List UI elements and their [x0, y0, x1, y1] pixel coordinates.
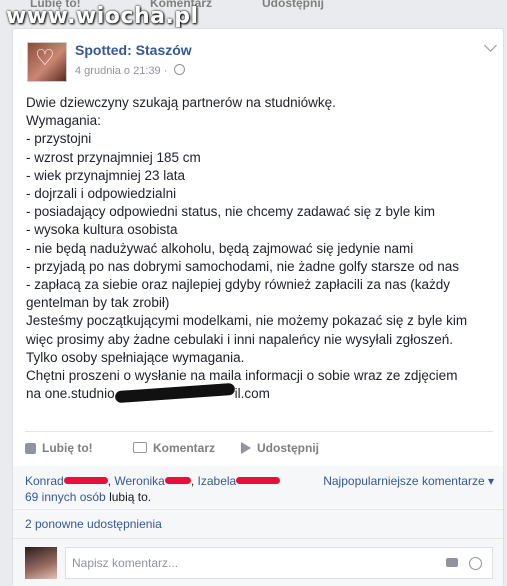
prev-share-button[interactable]: Udostępnij: [262, 0, 324, 10]
email-line: na one.studnio il.com: [26, 383, 496, 404]
avatar: [25, 547, 57, 579]
sort-comments-dropdown[interactable]: Najpopularniejsze komentarze ▾: [323, 474, 494, 488]
liker-name[interactable]: Weronika: [114, 474, 164, 488]
post-line: więc prosimy aby żadne cebulaki i inni n…: [26, 331, 453, 347]
post-line: - zapłacą za siebie oraz najlepiej gdyby…: [26, 277, 450, 293]
thumbs-up-icon: [25, 443, 36, 454]
post-line: gentelman by tak zrobił): [26, 295, 170, 311]
heart-icon: ♡: [35, 45, 55, 70]
email-suffix: il.com: [234, 386, 270, 402]
post-line: - posiadający odpowiedni status, nie chc…: [26, 204, 435, 220]
chevron-down-icon[interactable]: [484, 39, 497, 52]
post-line: - nie będą nadużywać alkoholu, będą zajm…: [26, 240, 414, 256]
post-line: Tylko osoby spełniające wymagania.: [26, 349, 245, 365]
likes-summary: Konrad, Weronika, Izabela 69 innych osób…: [13, 466, 503, 508]
likers-names: Konrad, Weronika, Izabela: [25, 474, 281, 488]
divider: [25, 431, 493, 432]
post-meta: 4 grudnia o 21:39 ·: [75, 64, 186, 77]
post-line: - przyjadą po nas dobrymi samochodami, n…: [26, 258, 459, 274]
watermark: www.wiocha.pl: [6, 4, 199, 29]
post-line: Dwie dziewczyny szukają partnerów na stu…: [26, 95, 336, 110]
name-redaction: [63, 477, 108, 484]
comment-icon: [133, 442, 147, 453]
share-button[interactable]: Udostępnij: [241, 441, 319, 455]
comment-button[interactable]: Komentarz: [133, 441, 215, 455]
post-actions: Lubię to! Komentarz Udostępnij: [25, 438, 493, 458]
comment-input[interactable]: Napisz komentarz...: [65, 547, 493, 579]
share-icon: [241, 442, 251, 454]
post-line: - wiek przynajmniej 23 lata: [26, 167, 186, 183]
post-line: - wysoka kultura osobista: [26, 222, 178, 238]
page-name-link[interactable]: Spotted: Staszów: [75, 42, 192, 58]
like-button[interactable]: Lubię to!: [25, 441, 93, 455]
comment-composer: Napisz komentarz...: [13, 538, 503, 586]
post-line: Jesteśmy początkującymi modelkami, nie m…: [26, 313, 468, 329]
comment-placeholder: Napisz komentarz...: [72, 556, 179, 570]
post-card: ♡ Spotted: Staszów 4 grudnia o 21:39 · D…: [12, 28, 504, 586]
post-line: - wzrost przynajmniej 185 cm: [26, 149, 201, 165]
likes-count: 69 innych osób lubią to.: [25, 490, 152, 504]
name-redaction: [164, 477, 191, 484]
post-date[interactable]: 4 grudnia o 21:39: [75, 65, 161, 77]
post-text: Dwie dziewczyny szukają partnerów na stu…: [26, 94, 496, 404]
shares-link[interactable]: 2 ponowne udostępnienia: [25, 517, 162, 531]
post-line: - przystojni: [26, 131, 92, 147]
globe-icon: [174, 64, 186, 75]
emoji-icon[interactable]: [469, 557, 482, 570]
liker-name[interactable]: Konrad: [25, 474, 64, 488]
email-redaction: [114, 383, 235, 404]
camera-icon[interactable]: [446, 558, 458, 567]
post-line: Chętni proszeni o wysłanie na maila info…: [26, 368, 458, 384]
post-line: - dojrzali i odpowiedzialni: [26, 186, 177, 202]
page-avatar[interactable]: ♡: [27, 42, 67, 82]
email-prefix: na one.studnio: [26, 386, 115, 402]
post-line: Wymagania:: [26, 113, 101, 129]
others-link[interactable]: 69 innych osób: [25, 490, 106, 504]
liker-name[interactable]: Izabela: [198, 474, 237, 488]
name-redaction: [236, 477, 281, 484]
shares-section: 2 ponowne udostępnienia: [13, 509, 503, 538]
